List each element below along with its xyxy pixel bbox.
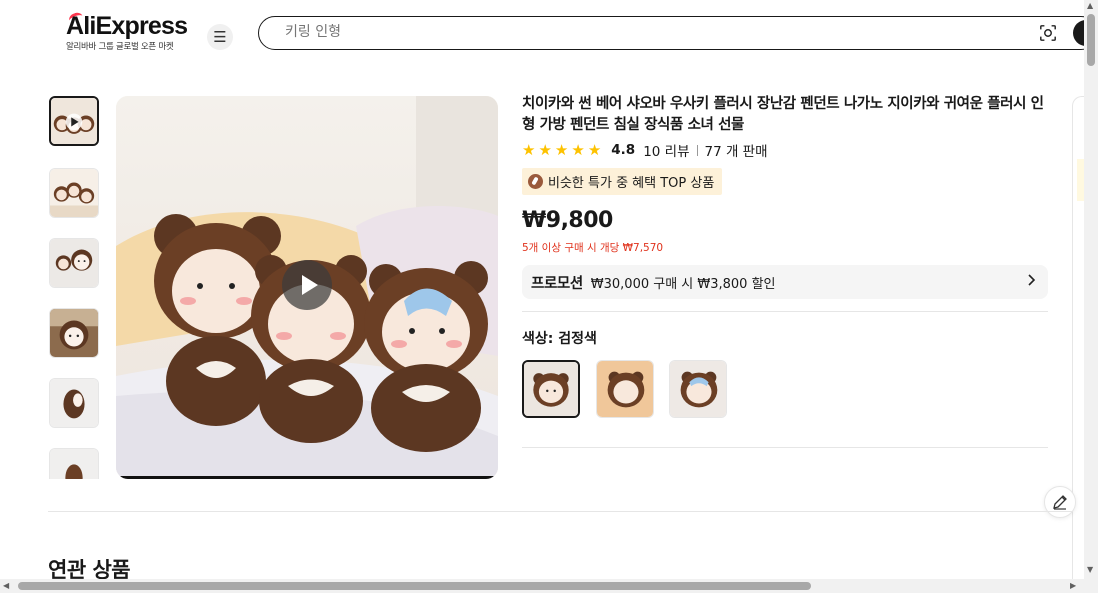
rating-stars: ★ ★ ★ ★ ★ (522, 140, 602, 159)
divider (696, 144, 698, 156)
rating-row[interactable]: ★ ★ ★ ★ ★ 4.8 10 리뷰 77 개 판매 (522, 140, 768, 160)
logo-text: AliExpress (66, 12, 188, 40)
divider (522, 447, 1048, 448)
aliexpress-logo[interactable]: AliExpress 알리바바 그룹 글로벌 오픈 마켓 (66, 10, 190, 56)
color-swatch-black[interactable] (522, 360, 580, 418)
color-swatch-3[interactable] (669, 360, 727, 418)
chevron-right-icon (1026, 274, 1036, 290)
top-deal-badge: 비슷한 특가 중 혜택 TOP 상품 (522, 168, 723, 195)
thumbnail-5[interactable] (49, 378, 99, 428)
swatch-image (670, 361, 726, 417)
thumbnail-image (50, 449, 98, 479)
promotion-bar[interactable]: 프로모션 ₩30,000 구매 시 ₩3,800 할인 (522, 265, 1048, 299)
star-icon: ★ (571, 140, 585, 159)
camera-search-icon[interactable] (1039, 24, 1057, 42)
logo-subtitle: 알리바바 그룹 글로벌 오픈 마켓 (66, 42, 174, 52)
rating-score: 4.8 (611, 142, 636, 158)
horizontal-scrollbar[interactable]: ◀ ▶ (0, 579, 1084, 593)
promotion-text: ₩30,000 구매 시 ₩3,800 할인 (590, 276, 776, 292)
scroll-up-icon[interactable]: ▲ (1087, 1, 1093, 10)
promotion-label: 프로모션 (531, 275, 583, 292)
thumbnail-3[interactable] (49, 238, 99, 288)
sold-count: 77 개 판매 (704, 144, 768, 160)
thumbnail-list (48, 96, 102, 479)
badge-icon (528, 174, 543, 189)
thumbnail-video[interactable] (49, 96, 99, 146)
thumbnail-image (50, 379, 98, 427)
thumbnail-image (51, 98, 97, 144)
thumbnail-4[interactable] (49, 308, 99, 358)
color-label: 색상: 검정색 (522, 331, 597, 347)
star-icon: ★ (587, 140, 602, 159)
scroll-left-icon[interactable]: ◀ (3, 581, 9, 590)
thumbnail-image (50, 169, 98, 217)
star-icon: ★ (554, 140, 569, 159)
menu-icon: ☰ (213, 27, 227, 46)
menu-button[interactable]: ☰ (207, 24, 233, 50)
search-bar[interactable] (258, 16, 1098, 50)
bulk-price: 5개 이상 구매 시 개당 ₩7,570 (522, 242, 664, 254)
search-input[interactable] (283, 23, 887, 41)
review-count[interactable]: 10 리뷰 (643, 140, 689, 160)
scrollbar-thumb[interactable] (1087, 14, 1095, 66)
header: AliExpress 알리바바 그룹 글로벌 오픈 마켓 ☰ (0, 0, 1098, 66)
thumbnail-6[interactable] (49, 448, 99, 479)
edit-button[interactable] (1044, 486, 1076, 518)
vertical-scrollbar[interactable]: ▲ ▼ (1084, 0, 1098, 593)
price: ₩9,800 (522, 208, 613, 233)
scroll-right-icon[interactable]: ▶ (1070, 581, 1076, 590)
product-title: 치이카와 썬 베어 샤오바 우사키 플러시 장난감 펜던트 나가노 지이카와 귀… (522, 96, 1044, 133)
star-icon: ★ (522, 140, 536, 159)
edit-icon (1053, 495, 1067, 510)
main-product-image[interactable] (116, 96, 498, 479)
swatch-image (524, 362, 578, 416)
section-divider (48, 511, 1072, 512)
star-icon: ★ (538, 140, 552, 159)
swatch-image (597, 361, 653, 417)
scroll-down-icon[interactable]: ▼ (1087, 565, 1093, 574)
badge-text: 비슷한 특가 중 혜택 TOP 상품 (548, 176, 715, 191)
scrollbar-thumb[interactable] (18, 582, 811, 590)
thumbnail-image (50, 309, 98, 357)
product-info: 치이카와 썬 베어 샤오바 우사키 플러시 장난감 펜던트 나가노 지이카와 귀… (522, 94, 1052, 448)
color-swatch-2[interactable] (596, 360, 654, 418)
thumbnail-2[interactable] (49, 168, 99, 218)
play-video-button[interactable] (282, 260, 332, 310)
divider (522, 311, 1048, 312)
thumbnail-image (50, 239, 98, 287)
